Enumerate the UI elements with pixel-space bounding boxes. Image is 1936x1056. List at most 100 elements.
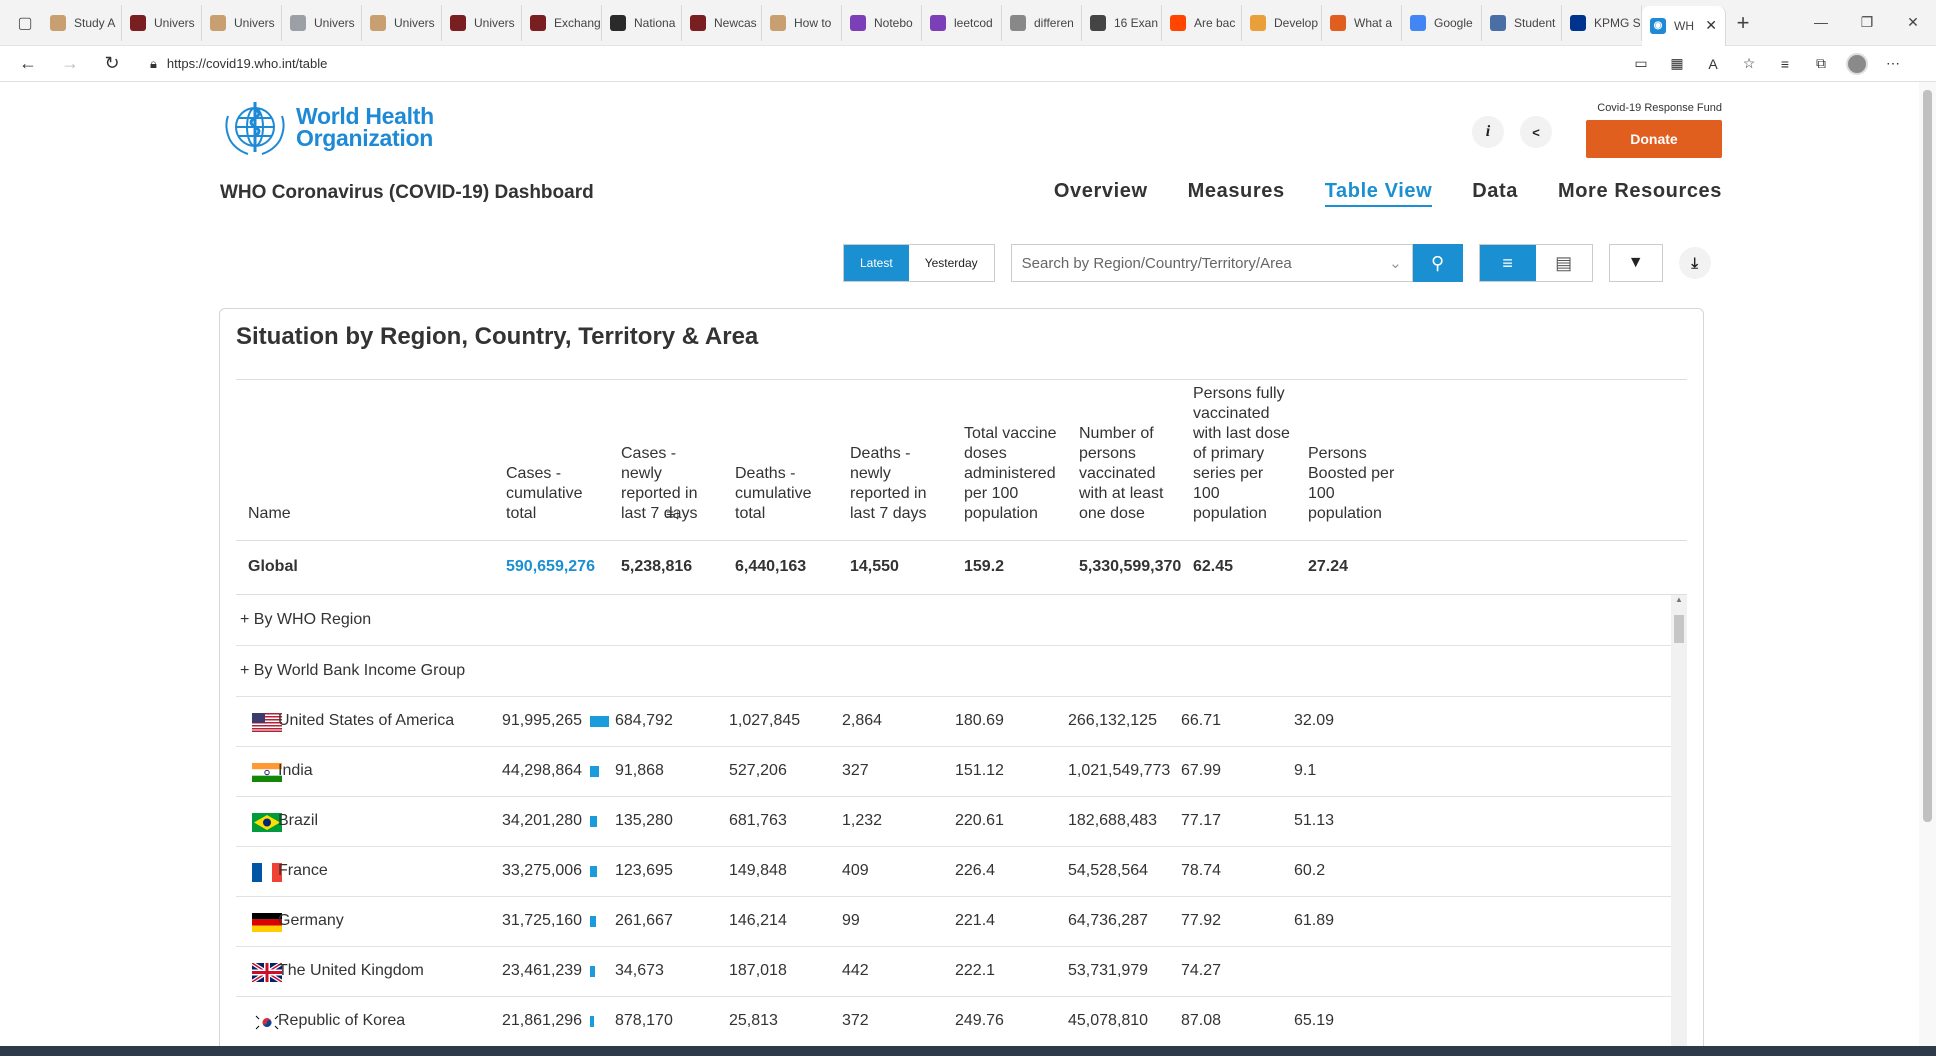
more-options-icon[interactable]: ⋯ <box>1882 53 1904 75</box>
new-tab-button[interactable]: + <box>1726 10 1760 36</box>
page-scrollbar[interactable] <box>1919 82 1936 1054</box>
profile-avatar[interactable] <box>1846 52 1868 75</box>
column-header[interactable]: Number of persons vaccinated with at lea… <box>1079 424 1179 524</box>
cell-cases: 34,201,280 <box>502 812 583 829</box>
close-tab-icon[interactable]: ✕ <box>1705 17 1717 34</box>
collections-icon[interactable]: ⧉ <box>1810 53 1832 75</box>
table-row[interactable]: Republic of Korea 21,861,296 878,170 25,813… <box>236 997 1687 1047</box>
table-toolbar: Latest Yesterday Search by Region/Countr… <box>843 244 1711 282</box>
group-toggle[interactable]: + By World Bank Income Group <box>236 646 1687 697</box>
table-view-icon[interactable]: ▤ <box>1536 245 1592 281</box>
column-header[interactable]: Total vaccine doses administered per 100… <box>964 424 1064 524</box>
browser-tab[interactable]: Exchang <box>522 4 602 41</box>
table-row[interactable]: Brazil 34,201,280 135,280 681,763 1,232 220.6… <box>236 797 1687 847</box>
cell-boosted: 60.2 <box>1294 862 1326 879</box>
column-header[interactable]: Deaths - newly reported in last 7 days <box>850 444 950 524</box>
lock-icon[interactable]: 🔒︎ <box>150 56 157 72</box>
cases-bar <box>590 816 597 827</box>
share-icon[interactable]: < <box>1520 116 1552 148</box>
table-scrollbar[interactable]: ▲ <box>1671 595 1687 1054</box>
tab-actions-icon[interactable]: ▢ <box>8 6 42 40</box>
cell-new-cases: 123,695 <box>615 862 673 879</box>
browser-tab[interactable]: Univers <box>122 4 202 41</box>
column-header[interactable]: Persons fully vaccinated with last dose … <box>1193 384 1293 524</box>
column-header[interactable]: Cases - cumulative total <box>506 464 596 524</box>
cell-new-deaths: 409 <box>842 862 869 879</box>
app-available-icon[interactable]: ▭ <box>1630 53 1652 75</box>
table-body: + By WHO Region + By World Bank Income Gr… <box>236 595 1687 1054</box>
column-header[interactable]: Persons Boosted per 100 population <box>1308 444 1408 524</box>
global-value[interactable]: 590,659,276 <box>506 558 595 576</box>
scroll-up-icon[interactable]: ▲ <box>1671 595 1687 604</box>
favorites-list-icon[interactable]: ≡ <box>1774 53 1796 75</box>
browser-tab[interactable]: Univers <box>442 4 522 41</box>
chevron-down-icon[interactable]: ⌄ <box>1389 254 1402 272</box>
who-logo[interactable]: World Health Organization <box>220 96 434 158</box>
browser-tab[interactable]: Are bac <box>1162 4 1242 41</box>
browser-tab[interactable]: Univers <box>282 4 362 41</box>
browser-tab[interactable]: Nationa <box>602 4 682 41</box>
browser-tab[interactable]: Develop <box>1242 4 1322 41</box>
browser-tab[interactable]: What a <box>1322 4 1402 41</box>
forward-icon[interactable]: → <box>54 48 86 80</box>
cell-doses: 226.4 <box>955 862 996 879</box>
browser-tab[interactable]: Univers <box>202 4 282 41</box>
global-value: 27.24 <box>1308 558 1349 575</box>
browser-tab[interactable]: leetcod <box>922 4 1002 41</box>
table-row[interactable]: United States of America 91,995,265 684,79… <box>236 697 1687 747</box>
browser-tab[interactable]: Newcas <box>682 4 762 41</box>
favorite-star-icon[interactable]: ☆ <box>1738 53 1760 75</box>
read-aloud-icon[interactable]: A <box>1702 53 1724 75</box>
tab-label: Univers <box>234 15 275 30</box>
os-taskbar <box>0 1046 1936 1056</box>
browser-tab[interactable]: Study A <box>42 4 122 41</box>
info-icon[interactable]: i <box>1472 116 1504 148</box>
table-scroll-thumb[interactable] <box>1674 615 1684 643</box>
tab-favicon-icon <box>130 14 146 31</box>
browser-tab[interactable]: 16 Exan <box>1082 4 1162 41</box>
url-field[interactable]: 🔒︎ https://covid19.who.int/table <box>138 49 1620 79</box>
group-toggle[interactable]: + By WHO Region <box>236 595 1687 646</box>
page-scroll-thumb[interactable] <box>1923 90 1932 822</box>
table-row[interactable]: Germany 31,725,160 261,667 146,214 99 221.4 64… <box>236 897 1687 947</box>
cases-bar <box>590 716 609 727</box>
bar-view-icon[interactable]: ≡ <box>1479 245 1536 281</box>
nav-data[interactable]: Data <box>1472 180 1518 207</box>
refresh-icon[interactable]: ↻ <box>96 48 128 80</box>
browser-tab[interactable]: Google <box>1402 4 1482 41</box>
search-button[interactable]: ⚲ <box>1412 244 1463 282</box>
nav-overview[interactable]: Overview <box>1054 180 1148 207</box>
nav-more-resources[interactable]: More Resources <box>1558 180 1722 207</box>
nav-measures[interactable]: Measures <box>1188 180 1285 207</box>
browser-tab[interactable]: Student <box>1482 4 1562 41</box>
column-header[interactable]: Deaths - cumulative total <box>735 464 835 524</box>
browser-tab[interactable]: How to <box>762 4 842 41</box>
country-name: France <box>278 862 328 879</box>
column-header[interactable]: Cases - newly reported in last 7 days <box>621 444 721 524</box>
browser-tab[interactable]: KPMG S <box>1562 4 1642 41</box>
table-row[interactable]: India 44,298,864 91,868 527,206 327 151.12 1,0… <box>236 747 1687 797</box>
restore-icon[interactable]: ❐ <box>1844 14 1890 31</box>
tab-label: Univers <box>314 15 355 30</box>
yesterday-button[interactable]: Yesterday <box>909 245 994 281</box>
browser-extensions: ▭ ▦ A ☆ ≡ ⧉ ⋯ <box>1630 52 1924 75</box>
latest-button[interactable]: Latest <box>844 245 909 281</box>
close-window-icon[interactable]: ✕ <box>1890 14 1936 31</box>
browser-tab[interactable]: differen <box>1002 4 1082 41</box>
minimize-icon[interactable]: — <box>1798 14 1844 31</box>
browser-tab[interactable]: Notebo <box>842 4 922 41</box>
cell-new-deaths: 1,232 <box>842 812 883 829</box>
nav-table-view[interactable]: Table View <box>1324 180 1433 207</box>
donate-button[interactable]: Donate <box>1586 120 1722 158</box>
filter-icon[interactable]: ▼ <box>1608 244 1663 282</box>
table-row[interactable]: France 33,275,006 123,695 149,848 409 226.4 54… <box>236 847 1687 897</box>
active-tab[interactable]: ◉ WH ✕ <box>1642 5 1726 46</box>
extensions-grid-icon[interactable]: ▦ <box>1666 53 1688 75</box>
tab-favicon-icon <box>1010 14 1026 31</box>
browser-tab[interactable]: Univers <box>362 4 442 41</box>
search-input[interactable]: Search by Region/Country/Territory/Area … <box>1010 244 1413 282</box>
back-icon[interactable]: ← <box>12 48 44 80</box>
download-icon[interactable]: ⤓ <box>1678 247 1711 279</box>
table-row[interactable]: The United Kingdom 23,461,239 34,673 187,01… <box>236 947 1687 997</box>
column-header[interactable]: Name <box>248 504 448 524</box>
